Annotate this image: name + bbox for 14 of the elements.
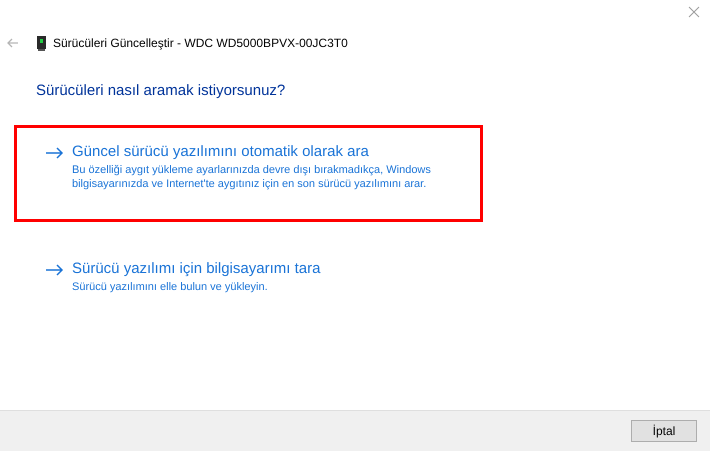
option-title: Sürücü yazılımı için bilgisayarımı tara bbox=[72, 258, 320, 278]
option-description: Bu özelliği aygıt yükleme ayarlarınızda devre dışı bırakmadıkça, Windows bilgisayarınızda ve Internet'te aygıtınız için en son sürücü yazılımını arar. bbox=[72, 162, 432, 190]
window-title: Sürücüleri Güncelleştir - WDC WD5000BPVX-00JC3T0 bbox=[53, 35, 348, 52]
page-heading: Sürücüleri nasıl aramak istiyorsunuz? bbox=[36, 81, 286, 101]
back-arrow-icon[interactable] bbox=[7, 38, 19, 48]
cancel-button[interactable]: İptal bbox=[631, 420, 697, 442]
hard-drive-icon bbox=[37, 36, 46, 50]
option-link[interactable]: Sürücü yazılımı için bilgisayarımı tara Sürücü yazılımını elle bulun ve yükleyin. bbox=[14, 242, 483, 324]
option-link[interactable]: Güncel sürücü yazılımını otomatik olarak ara Bu özelliği aygıt yükleme ayarlarınızda devre dışı bırakmadıkça, Windows bilgisayarınızda ve Internet'te aygıtınız için en son sürücü yazılımını arar. bbox=[14, 124, 483, 222]
arrow-icon bbox=[46, 264, 64, 276]
option-title: Güncel sürücü yazılımını otomatik olarak ara bbox=[72, 142, 370, 162]
arrow-icon bbox=[46, 146, 64, 158]
option-description: Sürücü yazılımını elle bulun ve yükleyin. bbox=[72, 280, 269, 294]
close-icon[interactable] bbox=[688, 6, 700, 18]
